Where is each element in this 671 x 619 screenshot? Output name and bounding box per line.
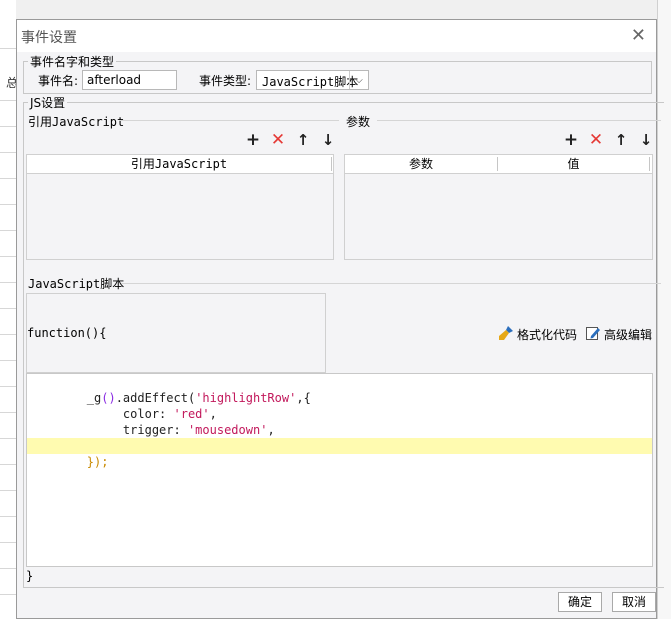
code-line: _g().addEffect('highlightRow',{ — [86, 391, 311, 405]
ref-add-button[interactable]: + — [244, 131, 262, 149]
ref-js-table[interactable]: 引用JavaScript — [26, 154, 334, 260]
edit-icon — [585, 325, 601, 344]
ref-remove-button[interactable]: ✕ — [269, 131, 287, 149]
value-column-header[interactable]: 值 — [498, 155, 649, 173]
current-line-highlight — [27, 438, 652, 454]
broom-icon — [498, 325, 514, 344]
ref-up-button[interactable]: ↑ — [294, 131, 312, 149]
param-remove-button[interactable]: ✕ — [587, 131, 605, 149]
param-column-header[interactable]: 参数 — [345, 155, 497, 173]
dialog-title: 事件设置 — [21, 30, 77, 46]
event-group-legend: 事件名字和类型 — [28, 53, 117, 70]
event-type-label: 事件类型: — [199, 74, 252, 88]
advanced-edit-label: 高级编辑 — [604, 328, 653, 342]
ok-button[interactable]: 确定 — [558, 592, 602, 612]
close-icon[interactable]: ✕ — [631, 25, 646, 46]
background-sheet: 总 — [0, 0, 18, 619]
param-title: 参数 — [346, 115, 371, 129]
param-add-button[interactable]: + — [562, 131, 580, 149]
param-up-button[interactable]: ↑ — [612, 131, 630, 149]
event-type-value: JavaScript脚本 — [262, 75, 359, 89]
event-group: 事件名字和类型 事件名: afterload 事件类型: JavaScript脚… — [23, 53, 652, 94]
js-settings-legend: JS设置 — [28, 94, 68, 111]
js-settings-group: JS设置 引用JavaScript + ✕ ↑ ↓ 引用JavaScript 参… — [23, 94, 664, 588]
code-line: }); — [86, 455, 109, 469]
advanced-edit-button[interactable]: 高级编辑 — [585, 325, 652, 344]
event-name-input[interactable]: afterload — [82, 70, 177, 90]
script-title: JavaScript脚本 — [28, 277, 125, 291]
param-down-button[interactable]: ↓ — [637, 131, 655, 149]
event-type-select[interactable]: JavaScript脚本 ⌵ — [256, 70, 369, 90]
format-code-label: 格式化代码 — [517, 328, 578, 342]
ref-down-button[interactable]: ↓ — [319, 131, 337, 149]
function-header-box: function(){ — [26, 293, 326, 373]
format-code-button[interactable]: 格式化代码 — [498, 325, 577, 344]
event-name-label: 事件名: — [38, 74, 79, 88]
function-header: function(){ — [27, 326, 107, 340]
param-table[interactable]: 参数 值 — [344, 154, 653, 260]
chevron-down-icon[interactable]: ⌵ — [349, 71, 368, 89]
event-name-value: afterload — [87, 73, 142, 87]
event-settings-dialog: 事件设置 ✕ 事件名字和类型 事件名: afterload 事件类型: Java… — [16, 19, 664, 619]
title-bar[interactable]: 事件设置 ✕ — [17, 20, 656, 52]
ref-js-title: 引用JavaScript — [28, 115, 125, 129]
code-editor[interactable]: _g().addEffect('highlightRow',{ color: '… — [26, 373, 653, 567]
code-line: trigger: 'mousedown', — [86, 423, 275, 437]
cancel-button[interactable]: 取消 — [612, 592, 656, 612]
ref-js-column-header[interactable]: 引用JavaScript — [27, 155, 331, 173]
function-closing-brace: } — [26, 569, 34, 583]
code-line: color: 'red', — [86, 407, 217, 421]
